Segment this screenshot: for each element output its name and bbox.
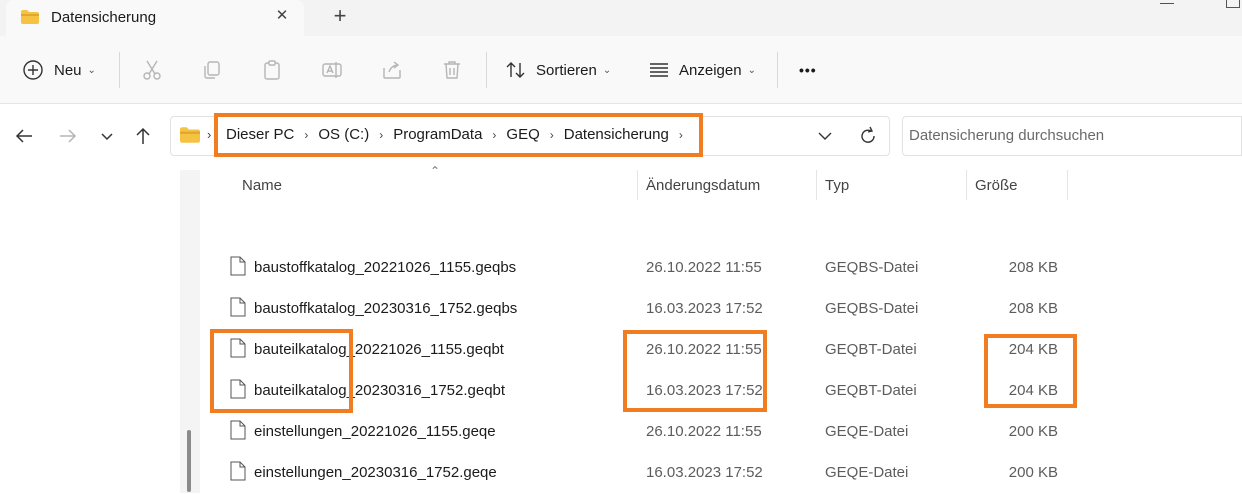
file-type: GEQBS-Datei [825, 300, 919, 317]
file-icon [230, 420, 246, 440]
minimize-icon[interactable]: — [1160, 0, 1174, 10]
rename-icon[interactable] [320, 58, 344, 82]
file-name: baustoffkatalog_20221026_1155.geqbs [254, 259, 517, 276]
maximize-icon[interactable] [1226, 0, 1240, 8]
file-icon [230, 297, 246, 317]
breadcrumb-root-chevron-icon[interactable]: › [207, 127, 211, 142]
view-icon [650, 63, 668, 77]
address-dropdown-icon[interactable] [815, 126, 835, 146]
file-name: baustoffkatalog_20230316_1752.geqbs [254, 300, 518, 317]
refresh-icon[interactable] [857, 125, 879, 147]
highlight-bauteilkatalog-sizes [984, 334, 1077, 408]
recent-locations-icon[interactable] [95, 124, 119, 148]
search-placeholder: Datensicherung durchsuchen [909, 127, 1105, 144]
file-row[interactable]: baustoffkatalog_20221026_1155.geqbs 26.10… [200, 248, 1242, 289]
file-date: 16.03.2023 17:52 [646, 300, 763, 317]
tab-datensicherung[interactable]: Datensicherung ✕ [6, 0, 304, 36]
file-date: 26.10.2022 11:55 [646, 259, 762, 276]
column-header-size[interactable]: Größe [975, 177, 1018, 194]
title-bar: Datensicherung ✕ + — [0, 0, 1242, 36]
folder-icon [180, 127, 200, 143]
file-date: 26.10.2022 11:55 [646, 423, 762, 440]
delete-icon[interactable] [440, 58, 464, 82]
sort-icon [506, 62, 525, 78]
more-options-icon[interactable]: ••• [799, 50, 817, 90]
file-row[interactable]: baustoffkatalog_20230316_1752.geqbs 16.03… [200, 289, 1242, 330]
sort-button[interactable]: Sortieren ⌄ [505, 50, 611, 90]
file-size: 208 KB [1008, 259, 1058, 276]
sort-button-label: Sortieren [536, 61, 597, 79]
file-size: 200 KB [1008, 464, 1058, 481]
view-button-label: Anzeigen [679, 61, 742, 79]
file-name: einstellungen_20221026_1155.geqe [254, 423, 496, 440]
highlight-bauteilkatalog-dates [623, 330, 767, 412]
new-button[interactable]: Neu ⌄ [22, 50, 96, 90]
file-icon [230, 256, 246, 276]
navigation-pane [0, 168, 200, 493]
add-icon [23, 60, 43, 80]
chevron-down-icon: ⌄ [602, 64, 612, 76]
new-tab-button[interactable]: + [328, 4, 352, 28]
toolbar-divider [777, 52, 778, 88]
column-header-name[interactable]: Name [242, 177, 282, 194]
file-icon [230, 461, 246, 481]
forward-icon[interactable] [56, 124, 80, 148]
new-button-label: Neu [54, 61, 82, 79]
file-type: GEQBT-Datei [825, 341, 917, 358]
command-bar: Neu ⌄ Sortieren ⌄ Anzeigen ⌄ ••• [0, 36, 1242, 104]
file-type: GEQE-Datei [825, 464, 909, 481]
file-row[interactable]: einstellungen_20221026_1155.geqe 26.10.20… [200, 412, 1242, 453]
sort-ascending-icon: ⌃ [430, 164, 441, 178]
column-divider[interactable] [637, 170, 638, 200]
cut-icon[interactable] [140, 58, 164, 82]
scrollbar-thumb[interactable] [187, 430, 191, 492]
close-tab-icon[interactable]: ✕ [272, 6, 292, 26]
column-header-type[interactable]: Typ [825, 177, 849, 194]
file-name: einstellungen_20230316_1752.geqe [254, 464, 497, 481]
chevron-down-icon: ⌄ [747, 64, 756, 76]
highlight-breadcrumb [214, 113, 703, 157]
column-divider[interactable] [1067, 170, 1068, 200]
chevron-down-icon: ⌄ [87, 64, 96, 76]
column-header-date[interactable]: Änderungsdatum [646, 177, 760, 194]
file-row[interactable]: einstellungen_20230316_1752.geqe 16.03.20… [200, 453, 1242, 494]
up-icon[interactable] [131, 124, 155, 148]
file-type: GEQBS-Datei [825, 259, 919, 276]
toolbar-divider [119, 52, 120, 88]
file-type: GEQBT-Datei [825, 382, 917, 399]
column-divider[interactable] [816, 170, 817, 200]
view-button[interactable]: Anzeigen ⌄ [648, 50, 756, 90]
highlight-bauteilkatalog-names [210, 329, 353, 413]
file-type: GEQE-Datei [825, 423, 909, 440]
copy-icon[interactable] [200, 58, 224, 82]
file-date: 16.03.2023 17:52 [646, 464, 763, 481]
tab-title: Datensicherung [51, 9, 157, 26]
toolbar-divider [486, 52, 487, 88]
paste-icon[interactable] [260, 58, 284, 82]
file-size: 200 KB [1008, 423, 1058, 440]
column-divider[interactable] [966, 170, 967, 200]
file-size: 208 KB [1008, 300, 1058, 317]
share-icon[interactable] [380, 58, 404, 82]
folder-icon [21, 10, 39, 24]
back-icon[interactable] [12, 124, 36, 148]
